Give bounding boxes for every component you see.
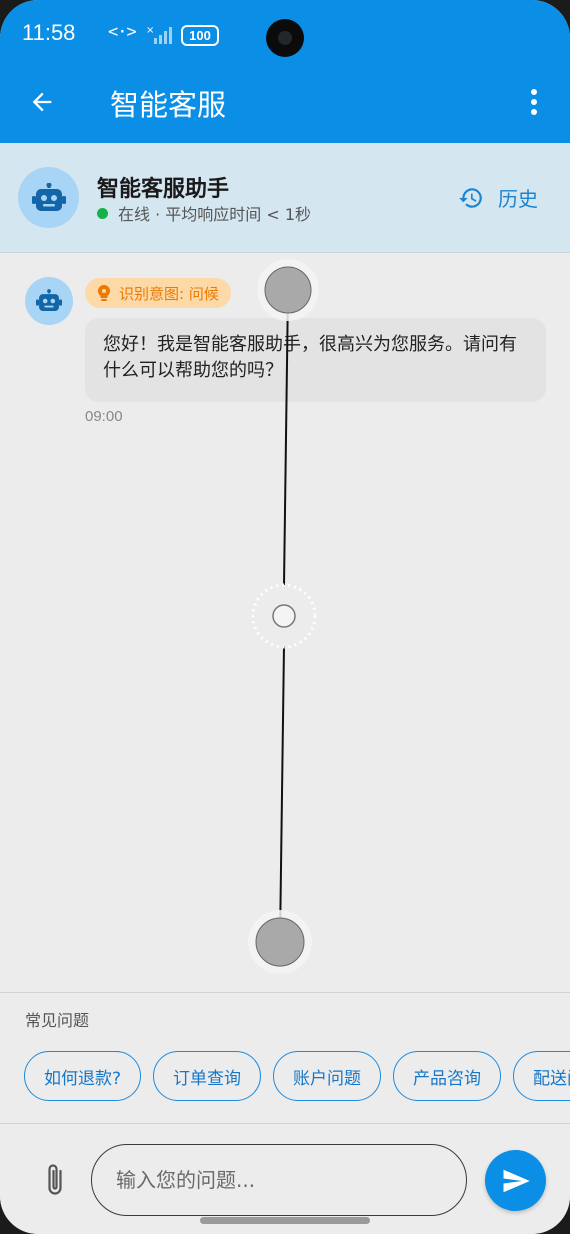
- faq-chip-more[interactable]: 配送问题: [513, 1051, 570, 1101]
- faq-chip-order-query[interactable]: 订单查询: [153, 1051, 262, 1101]
- bot-avatar: [25, 277, 73, 325]
- bot-message-bubble: 您好！我是智能客服助手，很高兴为您服务。请问有什么可以帮助您的吗？: [85, 318, 546, 402]
- battery-icon: 100: [181, 25, 219, 46]
- attach-button[interactable]: [38, 1160, 72, 1200]
- back-button[interactable]: [20, 80, 64, 124]
- faq-section: 常见问题 如何退款? 订单查询 账户问题 产品咨询 配送问题: [0, 992, 570, 1124]
- status-time: 11:58: [22, 20, 76, 45]
- send-button[interactable]: [485, 1150, 546, 1211]
- send-icon: [503, 1169, 530, 1192]
- history-icon: [459, 187, 482, 208]
- phone-screen: 11:58 <·> × 100 智能客服 智能客服助手 在线 · 平均响应时间 …: [0, 0, 570, 1234]
- paperclip-icon: [48, 1164, 62, 1195]
- arrow-left-icon: [32, 92, 52, 112]
- more-options-button[interactable]: [520, 82, 548, 122]
- home-indicator: [200, 1217, 370, 1224]
- history-button[interactable]: 历史: [458, 183, 538, 212]
- svg-text:×: ×: [146, 25, 154, 36]
- app-bar: 11:58 <·> × 100 智能客服: [0, 0, 570, 143]
- faq-chip-list[interactable]: 如何退款? 订单查询 账户问题 产品咨询 配送问题: [24, 1051, 570, 1101]
- assistant-status-text: 在线 · 平均响应时间 < 1秒: [118, 205, 312, 224]
- faq-chip-product[interactable]: 产品咨询: [393, 1051, 502, 1101]
- faq-chip-refund[interactable]: 如何退款?: [24, 1051, 142, 1101]
- robot-icon: [31, 182, 66, 211]
- robot-icon: [36, 289, 62, 311]
- assistant-avatar: [18, 167, 79, 228]
- assistant-status: 在线 · 平均响应时间 < 1秒: [97, 201, 311, 225]
- online-indicator: [97, 207, 108, 219]
- network-icon: <·>: [108, 22, 137, 42]
- assistant-header: 智能客服助手 在线 · 平均响应时间 < 1秒 历史: [0, 143, 570, 253]
- assistant-name: 智能客服助手: [97, 177, 230, 202]
- faq-title: 常见问题: [25, 1011, 90, 1030]
- intent-tag: 识别意图: 问候: [85, 278, 231, 308]
- chat-area[interactable]: 识别意图: 问候 您好！我是智能客服助手，很高兴为您服务。请问有什么可以帮助您的…: [0, 254, 570, 992]
- lightbulb-icon: [97, 285, 111, 301]
- signal-icon: ×: [146, 25, 172, 44]
- intent-tag-label: 识别意图: 问候: [119, 284, 219, 303]
- faq-chip-account[interactable]: 账户问题: [273, 1051, 382, 1101]
- history-label: 历史: [498, 187, 538, 211]
- front-camera: [266, 19, 304, 57]
- page-title: 智能客服: [110, 88, 227, 122]
- message-timestamp: 09:00: [85, 408, 123, 425]
- more-vert-icon: [531, 89, 537, 115]
- message-input[interactable]: [91, 1144, 467, 1216]
